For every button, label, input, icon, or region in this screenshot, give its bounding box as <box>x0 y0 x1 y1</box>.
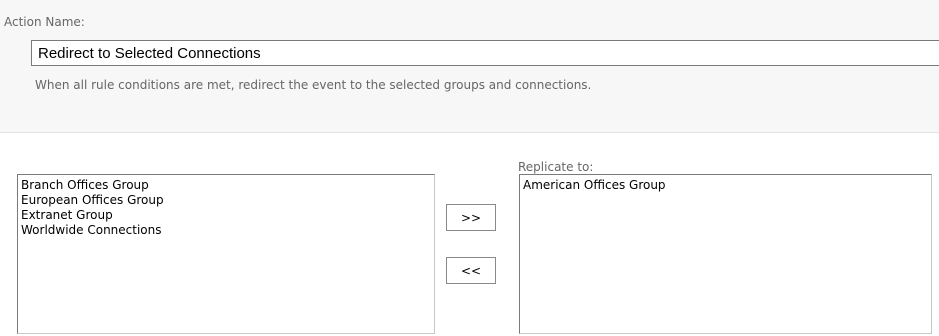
available-groups-list[interactable]: Branch Offices Group European Offices Gr… <box>17 174 435 334</box>
list-item[interactable]: Worldwide Connections <box>20 223 432 238</box>
list-item[interactable]: European Offices Group <box>20 193 432 208</box>
list-item[interactable]: Branch Offices Group <box>20 178 432 193</box>
list-item[interactable]: American Offices Group <box>522 178 929 193</box>
action-name-section <box>0 8 939 133</box>
replicate-to-list[interactable]: American Offices Group <box>519 174 932 334</box>
action-name-input[interactable] <box>31 40 939 66</box>
action-description: When all rule conditions are met, redire… <box>35 78 592 92</box>
top-band <box>0 0 939 8</box>
action-name-label: Action Name: <box>4 15 85 29</box>
list-item[interactable]: Extranet Group <box>20 208 432 223</box>
add-to-replicate-button[interactable]: >> <box>446 204 496 231</box>
remove-from-replicate-button[interactable]: << <box>446 257 496 284</box>
replicate-to-label: Replicate to: <box>518 160 594 174</box>
